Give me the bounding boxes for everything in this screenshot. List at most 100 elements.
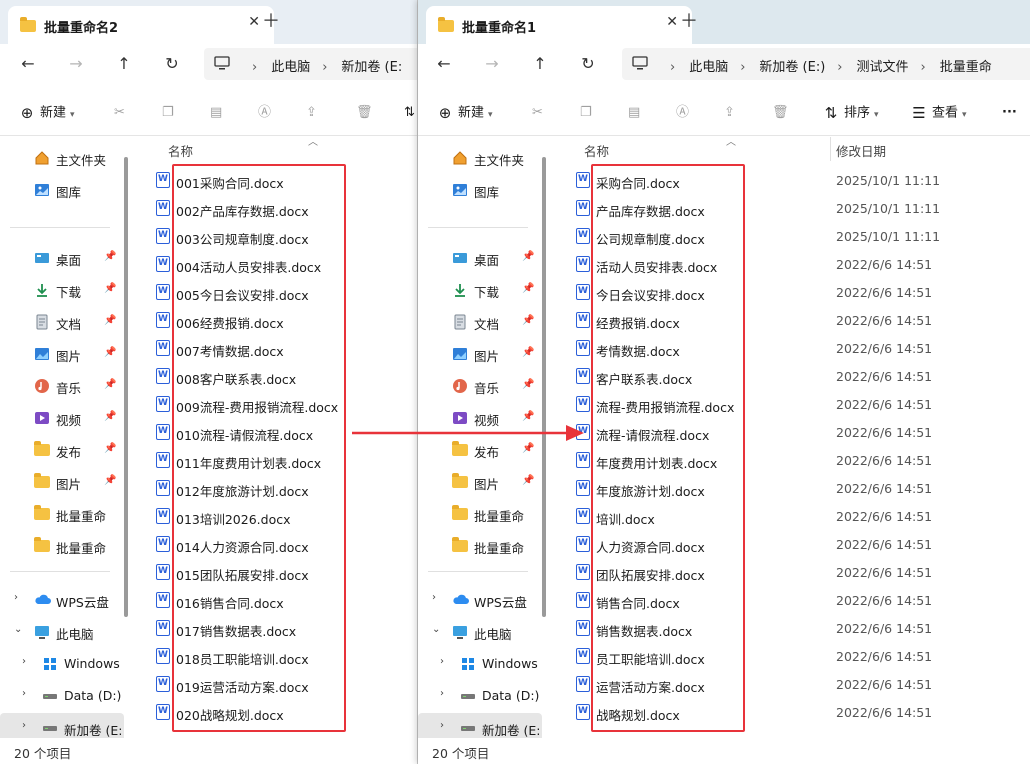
chevron-right-icon[interactable]: › xyxy=(432,592,436,603)
file-row[interactable]: W 流程-请假流程.docx 2022/6/6 14:51 xyxy=(552,419,1030,447)
nav-item-pinned[interactable]: 桌面 📌 xyxy=(0,243,124,273)
breadcrumb-item[interactable]: 批量重命 xyxy=(940,60,992,75)
nav-item-pinned[interactable]: 图片 📌 xyxy=(418,467,542,497)
nav-item-pinned[interactable]: 图片 📌 xyxy=(0,339,124,369)
nav-item-pinned[interactable]: 图片 📌 xyxy=(418,339,542,369)
file-row[interactable]: W 客户联系表.docx 2022/6/6 14:51 xyxy=(552,363,1030,391)
file-row[interactable]: W 018员工职能培训.docx xyxy=(134,643,417,671)
chevron-right-icon[interactable]: › xyxy=(22,720,26,731)
chevron-right-icon[interactable]: › xyxy=(440,720,444,731)
file-row[interactable]: W 003公司规章制度.docx xyxy=(134,223,417,251)
nav-tree-item[interactable]: › Data (D:) xyxy=(0,681,124,711)
file-row[interactable]: W 流程-费用报销流程.docx 2022/6/6 14:51 xyxy=(552,391,1030,419)
file-row[interactable]: W 产品库存数据.docx 2025/10/1 11:11 xyxy=(552,195,1030,223)
file-row[interactable]: W 年度旅游计划.docx 2022/6/6 14:51 xyxy=(552,475,1030,503)
nav-item-pinned[interactable]: 批量重命名2 xyxy=(418,499,542,529)
file-row[interactable]: W 销售合同.docx 2022/6/6 14:51 xyxy=(552,587,1030,615)
nav-tree-item[interactable]: › WPS云盘 xyxy=(418,585,542,615)
file-row[interactable]: W 015团队拓展安排.docx xyxy=(134,559,417,587)
nav-item-pinned[interactable]: 音乐 📌 xyxy=(0,371,124,401)
nav-item-pinned[interactable]: 文档 📌 xyxy=(0,307,124,337)
breadcrumb-item[interactable]: 此电脑 xyxy=(689,60,728,75)
chevron-down-icon[interactable]: ⌄ xyxy=(432,624,440,635)
nav-item-pinned[interactable]: 发布 📌 xyxy=(418,435,542,465)
copy-icon[interactable]: ❐ xyxy=(580,104,592,124)
nav-tree-item[interactable]: › WPS云盘 xyxy=(0,585,124,615)
new-tab-icon[interactable]: ＋ xyxy=(680,12,698,32)
nav-item-pinned[interactable]: 发布 📌 xyxy=(0,435,124,465)
nav-item-pinned[interactable]: 音乐 📌 xyxy=(418,371,542,401)
file-row[interactable]: W 014人力资源合同.docx xyxy=(134,531,417,559)
file-row[interactable]: W 经费报销.docx 2022/6/6 14:51 xyxy=(552,307,1030,335)
new-tab-icon[interactable]: ＋ xyxy=(262,12,280,32)
file-row[interactable]: W 活动人员安排表.docx 2022/6/6 14:51 xyxy=(552,251,1030,279)
file-row[interactable]: W 013培训2026.docx xyxy=(134,503,417,531)
address-bar[interactable]: › 此电脑 › 新加卷 (E:) › 测试文件 › 批量重命 xyxy=(622,48,1030,80)
chevron-right-icon[interactable]: › xyxy=(440,688,444,699)
delete-icon[interactable]: 🗑 xyxy=(356,104,373,124)
breadcrumb-item[interactable]: 新加卷 (E: xyxy=(341,60,402,75)
chevron-right-icon[interactable]: › xyxy=(14,592,18,603)
up-arrow-icon[interactable]: ↑ xyxy=(114,54,134,74)
nav-tree-item[interactable]: › Windows xyxy=(0,649,124,679)
file-row[interactable]: W 培训.docx 2022/6/6 14:51 xyxy=(552,503,1030,531)
file-row[interactable]: W 016销售合同.docx xyxy=(134,587,417,615)
column-header-date[interactable]: 修改日期 xyxy=(836,141,886,160)
breadcrumb-item[interactable]: 此电脑 xyxy=(271,60,310,75)
nav-item-pinned[interactable]: 批量重命名1 xyxy=(418,531,542,561)
file-row[interactable]: W 运营活动方案.docx 2022/6/6 14:51 xyxy=(552,671,1030,699)
new-button[interactable]: ⊕ 新建 ▾ xyxy=(18,104,75,124)
tab-batch-rename-2[interactable]: 批量重命名2 ✕ xyxy=(8,6,274,44)
nav-tree-item[interactable]: › Windows xyxy=(418,649,542,679)
nav-tree-item[interactable]: ⌄ 此电脑 xyxy=(418,617,542,647)
breadcrumb-item[interactable]: 测试文件 xyxy=(857,60,909,75)
nav-item-pinned[interactable]: 下载 📌 xyxy=(0,275,124,305)
nav-item-pinned[interactable]: 批量重命名1 xyxy=(0,531,124,561)
file-row[interactable]: W 006经费报销.docx xyxy=(134,307,417,335)
refresh-icon[interactable]: ↻ xyxy=(578,54,598,74)
nav-item-pinned[interactable]: 视频 📌 xyxy=(0,403,124,433)
delete-icon[interactable]: 🗑 xyxy=(772,104,789,124)
rename-icon[interactable]: Ⓐ xyxy=(676,104,689,124)
sort-button[interactable]: ⇅ 排序 ▾ xyxy=(822,104,879,124)
cut-icon[interactable]: ✂ xyxy=(532,104,543,124)
tab-batch-rename-1[interactable]: 批量重命名1 ✕ xyxy=(426,6,692,44)
nav-tree-item[interactable]: ⌄ 此电脑 xyxy=(0,617,124,647)
file-row[interactable]: W 今日会议安排.docx 2022/6/6 14:51 xyxy=(552,279,1030,307)
file-row[interactable]: W 年度费用计划表.docx 2022/6/6 14:51 xyxy=(552,447,1030,475)
nav-item-pinned[interactable]: 桌面 📌 xyxy=(418,243,542,273)
forward-arrow-icon[interactable]: → xyxy=(482,54,502,74)
copy-icon[interactable]: ❐ xyxy=(162,104,174,124)
nav-tree-item[interactable]: › Data (D:) xyxy=(418,681,542,711)
file-row[interactable]: W 人力资源合同.docx 2022/6/6 14:51 xyxy=(552,531,1030,559)
nav-item-pinned[interactable]: 文档 📌 xyxy=(418,307,542,337)
nav-item-pinned[interactable]: 视频 📌 xyxy=(418,403,542,433)
file-row[interactable]: W 020战略规划.docx xyxy=(134,699,417,727)
chevron-right-icon[interactable]: › xyxy=(22,656,26,667)
forward-arrow-icon[interactable]: → xyxy=(66,54,86,74)
file-row[interactable]: W 012年度旅游计划.docx xyxy=(134,475,417,503)
file-row[interactable]: W 009流程-费用报销流程.docx xyxy=(134,391,417,419)
file-row[interactable]: W 公司规章制度.docx 2025/10/1 11:11 xyxy=(552,223,1030,251)
file-row[interactable]: W 011年度费用计划表.docx xyxy=(134,447,417,475)
file-row[interactable]: W 销售数据表.docx 2022/6/6 14:51 xyxy=(552,615,1030,643)
nav-item-pinned[interactable]: 批量重命名2 xyxy=(0,499,124,529)
breadcrumb-item[interactable]: 新加卷 (E:) xyxy=(759,60,825,75)
column-header-name[interactable]: 名称 xyxy=(168,141,193,160)
share-icon[interactable]: ⇪ xyxy=(724,104,735,124)
chevron-right-icon[interactable]: › xyxy=(440,656,444,667)
column-header-name[interactable]: 名称 xyxy=(584,141,609,160)
address-bar[interactable]: › 此电脑 › 新加卷 (E: xyxy=(204,48,417,80)
close-tab-icon[interactable]: ✕ xyxy=(248,14,260,30)
more-options-icon[interactable]: ··· xyxy=(1002,104,1017,124)
nav-item-pinned[interactable]: 下载 📌 xyxy=(418,275,542,305)
file-row[interactable]: W 004活动人员安排表.docx xyxy=(134,251,417,279)
nav-item[interactable]: 图库 xyxy=(418,175,542,205)
new-button[interactable]: ⊕ 新建 ▾ xyxy=(436,104,493,124)
file-row[interactable]: W 采购合同.docx 2025/10/1 11:11 xyxy=(552,167,1030,195)
nav-item[interactable]: 主文件夹 xyxy=(418,143,542,173)
close-tab-icon[interactable]: ✕ xyxy=(666,14,678,30)
back-arrow-icon[interactable]: ← xyxy=(18,54,38,74)
file-row[interactable]: W 战略规划.docx 2022/6/6 14:51 xyxy=(552,699,1030,727)
file-row[interactable]: W 002产品库存数据.docx xyxy=(134,195,417,223)
